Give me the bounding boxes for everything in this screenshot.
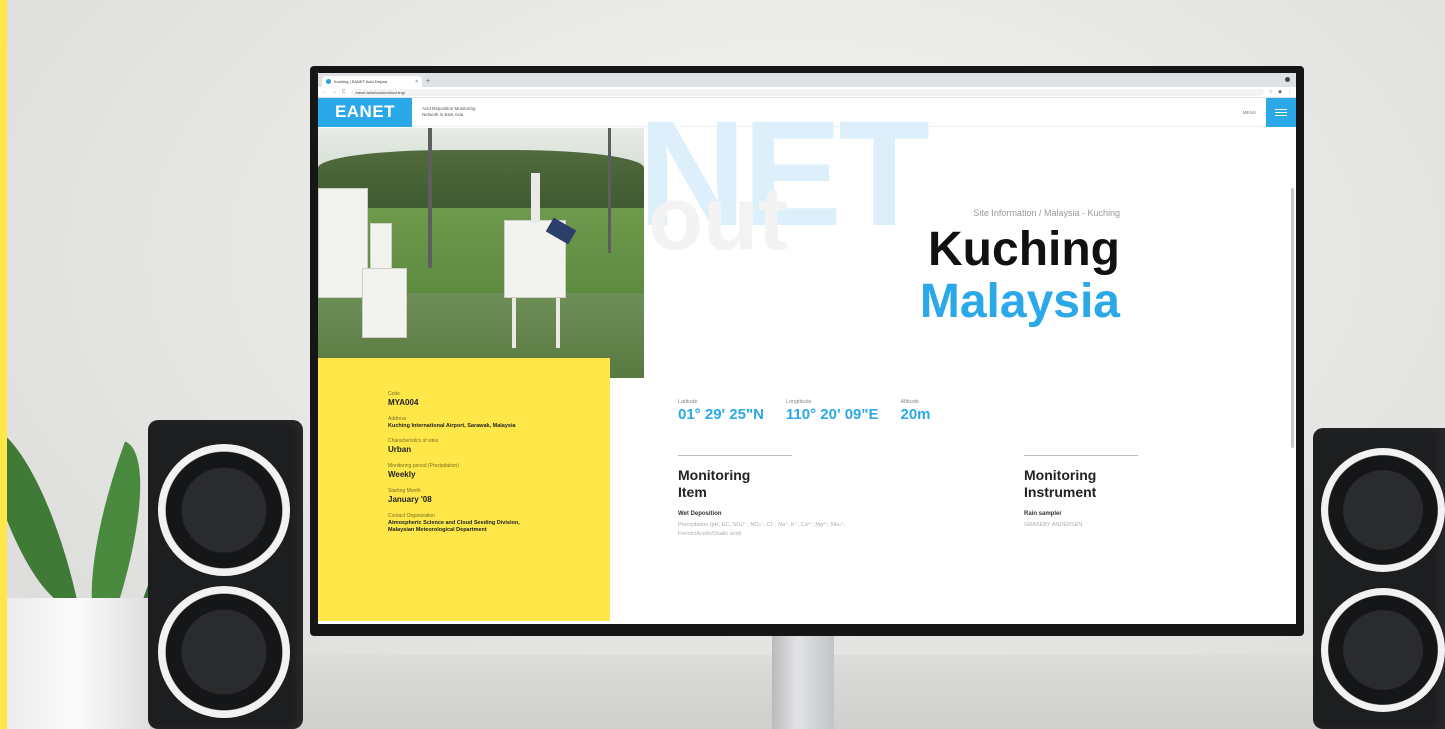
monitoring-instrument-title: Monitoring Instrument xyxy=(1024,467,1174,501)
speaker-driver xyxy=(1321,588,1445,712)
monitoring-item-title: Monitoring Item xyxy=(678,467,828,501)
latitude-block: Latitude 01° 29' 25"N xyxy=(678,398,764,423)
section-divider xyxy=(1024,455,1138,456)
speaker-driver xyxy=(158,444,290,576)
desk-scene: Kuching | EANET Acid Deposi × + ← → C ea… xyxy=(0,0,1445,729)
scrollbar[interactable] xyxy=(1291,188,1294,448)
photo-pole xyxy=(512,298,516,348)
close-icon[interactable]: × xyxy=(415,79,418,85)
info-value: Urban xyxy=(388,445,412,454)
site-photo xyxy=(318,128,644,378)
browser-tabbar: Kuching | EANET Acid Deposi × + xyxy=(318,73,1296,87)
altitude-value: 20m xyxy=(900,406,931,423)
page-title-country: Malaysia xyxy=(919,275,1120,328)
info-row-code: Code MYA004 xyxy=(388,390,610,408)
longitude-block: Longtitude 110° 20' 09"E xyxy=(786,398,879,423)
hamburger-line xyxy=(1275,109,1287,110)
monitoring-instrument-subtitle: Rain sampler xyxy=(1024,511,1062,517)
hamburger-line xyxy=(1275,115,1287,116)
photo-pole xyxy=(608,128,611,253)
longitude-value: 110° 20' 09"E xyxy=(785,406,879,423)
more-icon[interactable]: ⋮ xyxy=(1287,89,1292,95)
sampler-box xyxy=(318,188,368,298)
info-row-start: Starting Month January '08 xyxy=(388,487,610,505)
plant-pot xyxy=(0,598,150,729)
section-divider xyxy=(678,455,792,456)
browser-tab[interactable]: Kuching | EANET Acid Deposi × xyxy=(322,76,422,87)
hamburger-line xyxy=(1275,112,1287,113)
site-tagline: Acid Deposition Monitoring Network in Ea… xyxy=(422,106,502,118)
monitoring-item-text: Precipitation (pH, EC, SO₄²⁻, NO₃⁻, Cl⁻,… xyxy=(678,521,918,539)
info-value: Weekly xyxy=(388,470,416,479)
info-value: Malaysian Meteorological Department xyxy=(388,527,487,533)
monitor-stand xyxy=(772,630,834,729)
text-line: Precipitation (pH, EC, SO₄²⁻, NO₃⁻, Cl⁻,… xyxy=(678,522,846,528)
info-value: Kuching International Airport, Sarawak, … xyxy=(388,423,516,429)
monitor-screen: Kuching | EANET Acid Deposi × + ← → C ea… xyxy=(318,73,1296,624)
reload-icon[interactable]: C xyxy=(342,89,346,95)
photo-pole xyxy=(556,298,560,348)
info-label: Starting Month xyxy=(388,488,421,494)
right-speaker xyxy=(1313,428,1445,729)
page-content: NET out Site Information / Malaysia - Ku… xyxy=(318,98,1296,624)
title-line: Item xyxy=(678,484,707,500)
new-tab-button[interactable]: + xyxy=(426,76,430,87)
page-title-city: Kuching xyxy=(928,223,1120,276)
back-icon[interactable]: ← xyxy=(322,89,327,95)
menu-label[interactable]: MENU xyxy=(1243,110,1256,115)
info-value: January '08 xyxy=(388,495,432,504)
favicon-icon xyxy=(326,79,331,84)
title-line: Monitoring xyxy=(1024,467,1097,483)
site-info-panel: Code MYA004 Address Kuching Internationa… xyxy=(318,358,610,621)
info-value: Atmospheric Science and Cloud Seeding Di… xyxy=(388,520,520,526)
profile-icon[interactable] xyxy=(1285,77,1290,82)
monitoring-instrument-text: GRASEBY ANDERSEN xyxy=(1024,522,1083,528)
info-label: Address xyxy=(388,416,407,422)
tagline-line: Network in East Asia xyxy=(422,112,464,117)
title-line: Instrument xyxy=(1024,484,1097,500)
photo-pole xyxy=(531,173,540,223)
star-icon[interactable]: ☆ xyxy=(1269,89,1273,95)
info-label: Contact Organization xyxy=(388,513,435,519)
latitude-value: 01° 29' 25"N xyxy=(678,406,764,423)
text-line: Formic/Acetic/Oxalic acid) xyxy=(678,531,742,537)
monitor: Kuching | EANET Acid Deposi × + ← → C ea… xyxy=(310,66,1304,636)
background-watermark-secondary: out xyxy=(648,169,788,269)
coordinates: Latitude 01° 29' 25"N Longtitude 110° 20… xyxy=(678,398,931,423)
monitoring-item-subtitle: Wet Deposition xyxy=(678,511,722,517)
info-row-characteristics: Characteristics of sites Urban xyxy=(388,437,610,455)
info-row-contact: Contact Organization Atmospheric Science… xyxy=(388,512,610,534)
info-row-period: Monitoring period (Precipitation) Weekly xyxy=(388,462,610,480)
site-logo[interactable]: EANET xyxy=(318,97,412,127)
title-line: Monitoring xyxy=(678,467,751,483)
forward-icon[interactable]: → xyxy=(332,89,337,95)
info-row-address: Address Kuching International Airport, S… xyxy=(388,415,610,430)
info-label: Characteristics of sites xyxy=(388,438,439,444)
altitude-block: Altitude 20m xyxy=(901,398,931,423)
speaker-driver xyxy=(1321,448,1445,572)
info-label: Code xyxy=(388,391,400,397)
left-speaker xyxy=(148,420,303,729)
yellow-border xyxy=(0,0,7,729)
extension-icon[interactable]: ◆ xyxy=(1278,89,1282,95)
photo-pole xyxy=(428,128,432,268)
info-value: MYA004 xyxy=(388,398,419,407)
hamburger-menu-button[interactable] xyxy=(1266,98,1296,127)
tab-title: Kuching | EANET Acid Deposi xyxy=(334,79,388,84)
speaker-driver xyxy=(158,586,290,718)
sampler-box xyxy=(362,268,407,338)
info-label: Monitoring period (Precipitation) xyxy=(388,463,459,469)
breadcrumb: Site Information / Malaysia - Kuching xyxy=(973,208,1120,218)
